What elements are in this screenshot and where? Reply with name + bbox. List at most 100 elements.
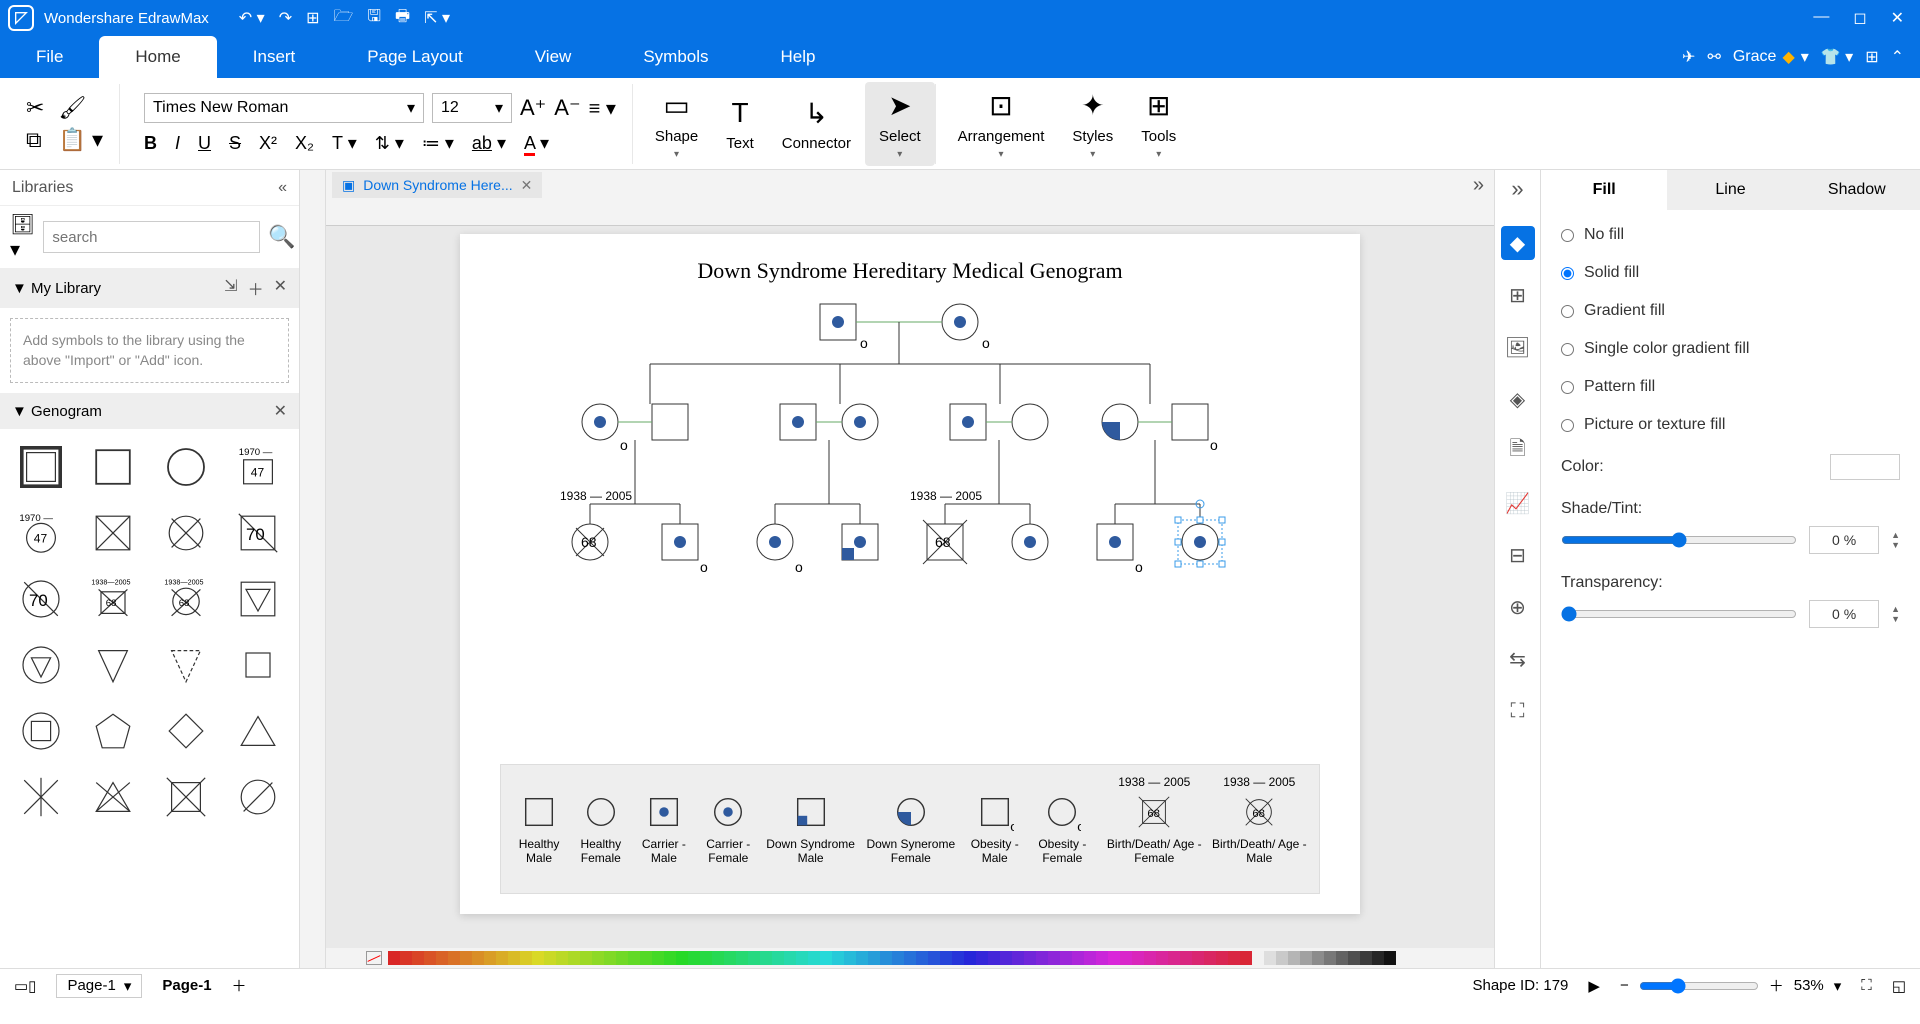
no-color-swatch[interactable]	[366, 951, 382, 965]
shape-female[interactable]	[153, 437, 219, 497]
new-icon[interactable]: ⊞	[306, 8, 319, 28]
shape-diamond[interactable]	[153, 701, 219, 761]
color-swatch[interactable]	[496, 951, 508, 965]
page-tab[interactable]: Page-1	[162, 977, 211, 994]
color-swatch[interactable]	[1300, 951, 1312, 965]
color-swatch[interactable]	[1228, 951, 1240, 965]
format-painter-icon[interactable]: 🖌	[58, 95, 103, 121]
menu-view[interactable]: View	[499, 36, 608, 78]
transparency-value[interactable]: 0 %	[1809, 600, 1879, 628]
image-rail-icon[interactable]: 🖼	[1501, 330, 1535, 364]
radio-single-gradient[interactable]: Single color gradient fill	[1561, 340, 1900, 358]
color-swatch[interactable]	[424, 951, 436, 965]
text-tool[interactable]: T Text	[712, 95, 768, 152]
color-swatch[interactable]	[712, 951, 724, 965]
collapse-right-icon[interactable]: »	[1511, 176, 1523, 202]
color-swatch[interactable]	[1132, 951, 1144, 965]
redo-icon[interactable]: ↷	[279, 8, 292, 28]
menu-page-layout[interactable]: Page Layout	[331, 36, 498, 78]
play-icon[interactable]: ▶	[1588, 977, 1600, 995]
tab-fill[interactable]: Fill	[1541, 170, 1667, 210]
color-swatch[interactable]	[1192, 951, 1204, 965]
tab-line[interactable]: Line	[1667, 170, 1793, 210]
collapse-libraries-icon[interactable]: «	[278, 179, 287, 197]
color-swatch[interactable]	[832, 951, 844, 965]
color-swatch[interactable]	[1324, 951, 1336, 965]
radio-no-fill[interactable]: No fill	[1561, 226, 1900, 244]
menu-insert[interactable]: Insert	[217, 36, 332, 78]
color-swatch[interactable]	[748, 951, 760, 965]
shape-male[interactable]	[8, 437, 74, 497]
subscript-icon[interactable]: X₂	[295, 133, 314, 154]
shape-triangle-circle[interactable]	[8, 635, 74, 695]
color-swatch[interactable]	[484, 951, 496, 965]
theme-icon[interactable]: 👕 ▾	[1821, 47, 1853, 67]
color-swatch[interactable]	[856, 951, 868, 965]
color-swatch[interactable]	[388, 951, 400, 965]
color-swatch[interactable]	[772, 951, 784, 965]
color-swatch[interactable]	[520, 951, 532, 965]
color-swatch[interactable]	[796, 951, 808, 965]
close-icon[interactable]: ✕	[1891, 8, 1904, 28]
char-spacing-icon[interactable]: ab ▾	[472, 133, 506, 154]
color-swatch[interactable]	[700, 951, 712, 965]
color-swatch[interactable]	[1216, 951, 1228, 965]
shape-age-box[interactable]: 1970 —47	[225, 437, 291, 497]
color-swatch[interactable]	[1348, 951, 1360, 965]
color-swatch[interactable]	[664, 951, 676, 965]
arrangement-tool[interactable]: ⊡ Arrangement ▾	[944, 88, 1059, 160]
zoom-in-icon[interactable]: ＋	[1769, 975, 1784, 996]
fit-width-icon[interactable]: ◱	[1892, 977, 1906, 995]
styles-tool[interactable]: ✦ Styles ▾	[1058, 88, 1127, 160]
copy-icon[interactable]: ⧉	[26, 127, 44, 153]
radio-picture-fill[interactable]: Picture or texture fill	[1561, 416, 1900, 434]
zoom-out-icon[interactable]: −	[1620, 977, 1629, 994]
share-icon[interactable]: ⚯	[1707, 47, 1720, 67]
minimize-icon[interactable]: —	[1813, 8, 1829, 28]
color-swatch[interactable]	[568, 951, 580, 965]
align-icon[interactable]: ≡ ▾	[589, 96, 616, 121]
color-swatch[interactable]	[964, 951, 976, 965]
radio-gradient-fill[interactable]: Gradient fill	[1561, 302, 1900, 320]
shape-small-square[interactable]	[225, 635, 291, 695]
fill-rail-icon[interactable]: ◆	[1501, 226, 1535, 260]
maximize-icon[interactable]: ◻	[1853, 8, 1866, 28]
add-icon[interactable]: ＋	[248, 276, 264, 300]
page-select[interactable]: Page-1▾	[56, 974, 142, 998]
import-icon[interactable]: ⇲	[224, 276, 237, 300]
search-icon[interactable]: 🔍	[268, 224, 295, 250]
shade-value[interactable]: 0 %	[1809, 526, 1879, 554]
shape-68-box[interactable]: 1938—200568	[80, 569, 146, 629]
shape-triangle-up[interactable]	[225, 701, 291, 761]
transparency-slider[interactable]	[1561, 606, 1797, 622]
open-icon[interactable]: 🗁	[334, 5, 354, 32]
menu-help[interactable]: Help	[745, 36, 852, 78]
color-swatch[interactable]	[580, 951, 592, 965]
shape-deceased-female[interactable]	[153, 503, 219, 563]
color-swatch[interactable]	[940, 951, 952, 965]
shape-box-x[interactable]	[153, 767, 219, 827]
color-swatch[interactable]	[880, 951, 892, 965]
color-swatch[interactable]	[400, 951, 412, 965]
color-swatch[interactable]	[688, 951, 700, 965]
color-swatch[interactable]	[448, 951, 460, 965]
underline-icon[interactable]: U	[198, 133, 211, 154]
close-section-icon[interactable]: ✕	[274, 401, 287, 421]
paste-icon[interactable]: 📋 ▾	[58, 127, 103, 153]
color-swatch[interactable]	[1156, 951, 1168, 965]
color-swatch[interactable]	[928, 951, 940, 965]
select-tool[interactable]: ➤ Select ▾	[865, 82, 935, 166]
tools-tool[interactable]: ⊞ Tools ▾	[1127, 88, 1190, 160]
color-swatch[interactable]	[412, 951, 424, 965]
font-color-icon[interactable]: A ▾	[524, 133, 549, 154]
shape-dashed-triangle[interactable]	[153, 635, 219, 695]
color-swatch[interactable]	[724, 951, 736, 965]
color-swatch[interactable]	[1360, 951, 1372, 965]
radio-solid-fill[interactable]: Solid fill	[1561, 264, 1900, 282]
undo-icon[interactable]: ↶ ▾	[239, 8, 265, 28]
color-swatch[interactable]	[532, 951, 544, 965]
layers-rail-icon[interactable]: ◈	[1501, 382, 1535, 416]
close-section-icon[interactable]: ✕	[274, 276, 287, 300]
color-swatch[interactable]	[1168, 951, 1180, 965]
shape-age-circle[interactable]: 1970 —47	[8, 503, 74, 563]
